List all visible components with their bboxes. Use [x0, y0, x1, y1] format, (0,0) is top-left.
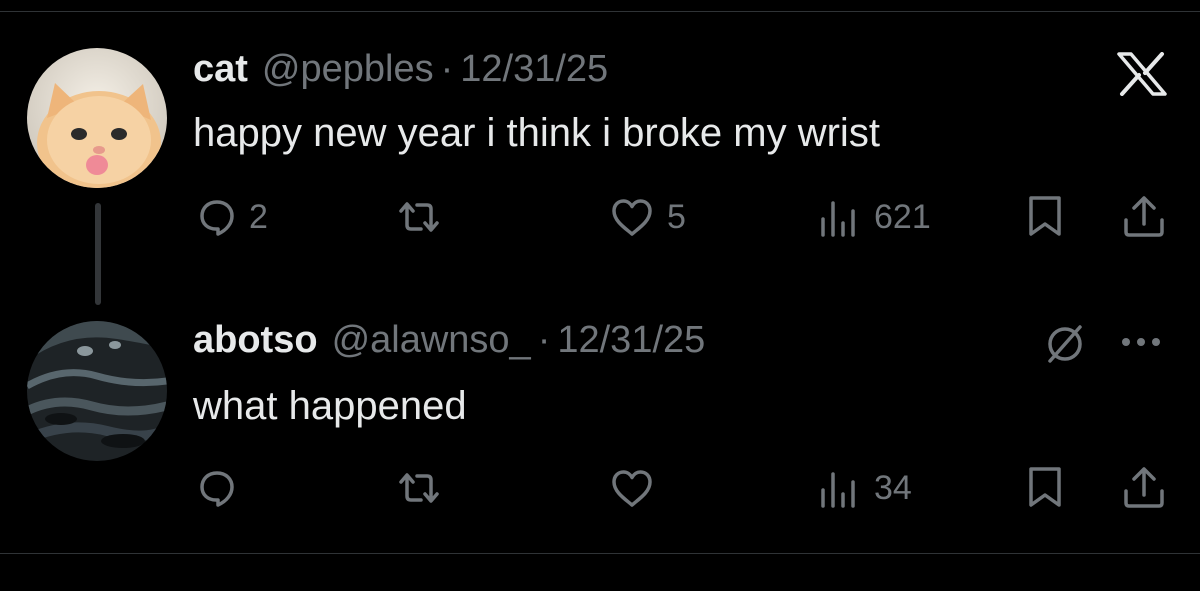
- user-handle[interactable]: @pepbles: [262, 48, 434, 91]
- tweet-header-2: abotso @alawnso_ · 12/31/25: [193, 319, 705, 369]
- reply-icon: [200, 471, 234, 507]
- share-icon: [1124, 196, 1164, 237]
- reply-icon: [200, 200, 234, 236]
- user-handle[interactable]: @alawnso_: [332, 319, 531, 362]
- analytics-icon: [821, 201, 855, 237]
- heart-icon: [612, 199, 652, 236]
- repost-icon: [399, 473, 439, 503]
- thread-connector: [95, 203, 101, 305]
- post-date[interactable]: 12/31/25: [460, 48, 608, 91]
- reply-count: 2: [249, 197, 268, 236]
- separator-dot: ·: [440, 48, 454, 90]
- reply-button[interactable]: [197, 466, 237, 510]
- dark-abstract-avatar: [27, 321, 167, 461]
- views-button[interactable]: 621: [818, 195, 931, 239]
- tweet-text: what happened: [193, 384, 467, 428]
- tweet-header-1: cat @pepbles · 12/31/25: [193, 48, 608, 98]
- share-icon: [1124, 467, 1164, 508]
- views-button[interactable]: 34: [818, 466, 912, 510]
- post-date[interactable]: 12/31/25: [557, 319, 705, 362]
- like-count: 5: [667, 197, 686, 236]
- avatar-abotso[interactable]: [27, 321, 167, 461]
- bookmark-button[interactable]: [1025, 465, 1065, 509]
- views-count: 621: [874, 197, 931, 236]
- repost-icon: [399, 202, 439, 232]
- separator-dot: ·: [537, 319, 551, 361]
- share-button[interactable]: [1121, 465, 1167, 509]
- avatar-cat[interactable]: [27, 48, 167, 188]
- like-button[interactable]: 5: [609, 195, 686, 239]
- reply-button[interactable]: 2: [197, 195, 268, 239]
- display-name[interactable]: cat: [193, 48, 248, 91]
- heart-icon: [612, 470, 652, 507]
- x-logo-icon[interactable]: [1117, 52, 1167, 101]
- bookmark-button[interactable]: [1025, 194, 1065, 238]
- views-count: 34: [874, 468, 912, 507]
- bottom-divider: [0, 553, 1200, 554]
- top-divider: [0, 11, 1200, 12]
- circle-slash-icon[interactable]: [1042, 321, 1088, 372]
- bookmark-icon: [1029, 467, 1061, 507]
- display-name[interactable]: abotso: [193, 319, 318, 362]
- tweet-text: happy new year i think i broke my wrist: [193, 111, 880, 155]
- more-dots-icon[interactable]: [1118, 332, 1168, 357]
- repost-button[interactable]: [395, 195, 443, 239]
- bookmark-icon: [1029, 196, 1061, 236]
- kitten-avatar: [27, 48, 167, 188]
- analytics-icon: [821, 472, 855, 508]
- like-button[interactable]: [609, 466, 655, 510]
- share-button[interactable]: [1121, 194, 1167, 238]
- repost-button[interactable]: [395, 466, 443, 510]
